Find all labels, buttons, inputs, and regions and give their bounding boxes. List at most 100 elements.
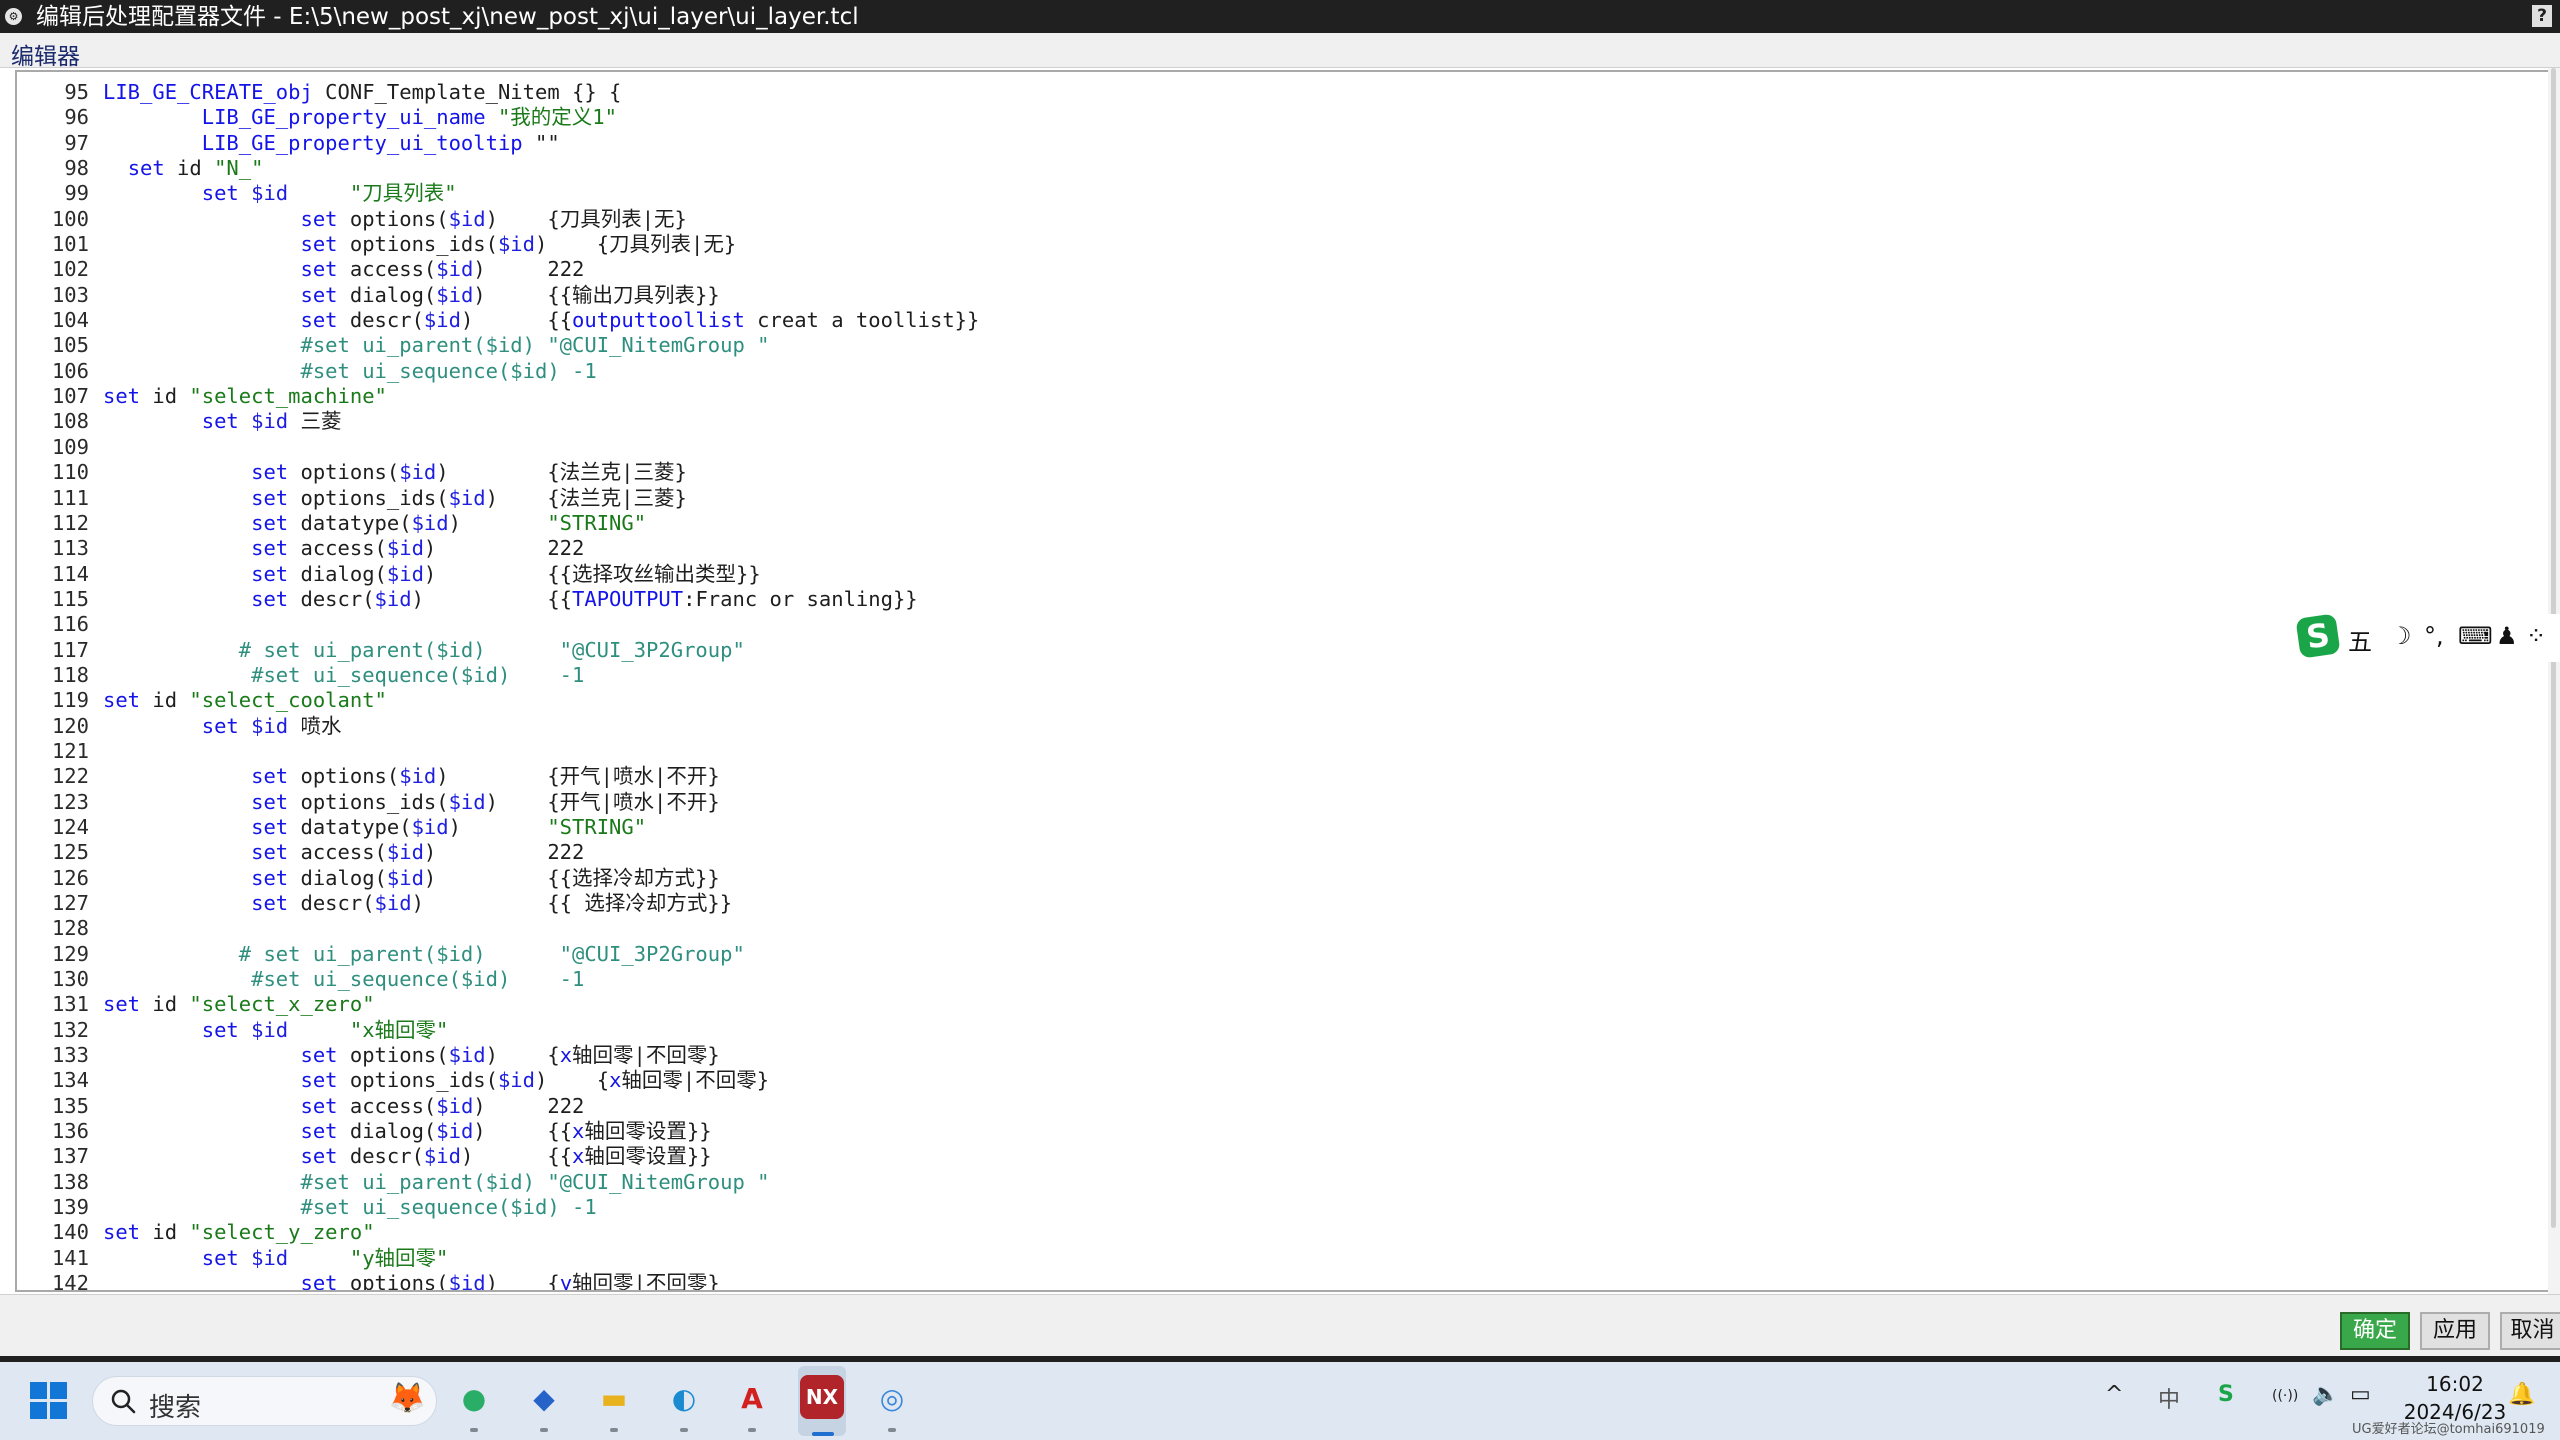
chevron-up-icon[interactable]: ^ — [2105, 1382, 2123, 1407]
taskbar-search-box[interactable]: 搜索 🦊 — [92, 1376, 437, 1426]
start-button[interactable] — [30, 1382, 68, 1420]
line-number: 105 — [51, 333, 89, 358]
code-line[interactable]: 100 set options($id) {刀具列表|无} — [17, 207, 2517, 232]
edge-browser-app-icon[interactable]: ◐ — [660, 1375, 708, 1423]
code-line[interactable]: 118 #set ui_sequence($id) -1 — [17, 663, 2517, 688]
line-number: 95 — [64, 80, 89, 104]
code-line[interactable]: 119 set id "select_coolant" — [17, 688, 2517, 713]
code-line[interactable]: 125 set access($id) 222 — [17, 840, 2517, 865]
code-token: 轴回零|不回零} — [572, 1271, 720, 1292]
code-line[interactable]: 111 set options_ids($id) {法兰克|三菱} — [17, 486, 2517, 511]
code-line[interactable]: 134 set options_ids($id) {x轴回零|不回零} — [17, 1068, 2517, 1093]
code-line[interactable]: 115 set descr($id) {{TAPOUTPUT:Franc or … — [17, 587, 2517, 612]
code-line[interactable]: 102 set access($id) 222 — [17, 257, 2517, 282]
code-line[interactable]: 114 set dialog($id) {{选择攻丝输出类型}} — [17, 562, 2517, 587]
code-line[interactable]: 126 set dialog($id) {{选择冷却方式}} — [17, 866, 2517, 891]
apply-button[interactable]: 应用 — [2420, 1312, 2490, 1350]
user-icon[interactable]: ♟ — [2496, 622, 2518, 650]
ok-button[interactable]: 确定 — [2340, 1312, 2410, 1350]
clock-time[interactable]: 16:02 — [2400, 1372, 2510, 1396]
code-line[interactable]: 101 set options_ids($id) {刀具列表|无} — [17, 232, 2517, 257]
code-line[interactable]: 130 #set ui_sequence($id) -1 — [17, 967, 2517, 992]
code-line[interactable]: 138 #set ui_parent($id) "@CUI_NitemGroup… — [17, 1170, 2517, 1195]
code-line[interactable]: 109 — [17, 435, 2517, 460]
code-line[interactable]: 122 set options($id) {开气|喷水|不开} — [17, 764, 2517, 789]
code-line[interactable]: 105 #set ui_parent($id) "@CUI_NitemGroup… — [17, 333, 2517, 358]
code-editor[interactable]: 95 LIB_GE_CREATE_obj CONF_Template_Nitem … — [15, 70, 2560, 1292]
code-line[interactable]: 136 set dialog($id) {{x轴回零设置}} — [17, 1119, 2517, 1144]
sogou-logo-icon[interactable]: S — [2295, 613, 2341, 659]
code-line[interactable]: 133 set options($id) {x轴回零|不回零} — [17, 1043, 2517, 1068]
acrobat-app-icon[interactable]: A — [728, 1375, 776, 1423]
code-token: dialog( — [288, 865, 387, 890]
file-explorer-app-icon[interactable]: ▬ — [590, 1375, 638, 1423]
battery-icon[interactable]: ▭ — [2350, 1382, 2371, 1407]
code-line[interactable]: 140 set id "select_y_zero" — [17, 1220, 2517, 1245]
code-token: set — [201, 713, 239, 738]
code-lines[interactable]: 95 LIB_GE_CREATE_obj CONF_Template_Nitem … — [17, 80, 2517, 1292]
code-line[interactable]: 110 set options($id) {法兰克|三菱} — [17, 460, 2517, 485]
globe-app-icon[interactable]: ◎ — [868, 1375, 916, 1423]
punctuation-icon[interactable]: °, — [2424, 622, 2444, 650]
code-line[interactable]: 112 set datatype($id) "STRING" — [17, 511, 2517, 536]
ime-mode-toggle[interactable]: 五 — [2348, 622, 2372, 657]
code-token: ) {{ — [411, 586, 573, 611]
code-line[interactable]: 117 # set ui_parent($id) "@CUI_3P2Group" — [17, 638, 2517, 663]
sogou-tray-icon[interactable]: S — [2218, 1382, 2234, 1407]
code-line[interactable]: 108 set $id 三菱 — [17, 409, 2517, 434]
code-line[interactable]: 124 set datatype($id) "STRING" — [17, 815, 2517, 840]
ime-toolbar[interactable]: S 五 ☽ °, ⌨ ♟ ⁘ — [2290, 613, 2560, 662]
code-line[interactable]: 98 set id "N_" — [17, 156, 2517, 181]
code-line[interactable]: 120 set $id 喷水 — [17, 714, 2517, 739]
code-line[interactable]: 96 LIB_GE_property_ui_name "我的定义1" — [17, 105, 2517, 130]
code-line[interactable]: 121 — [17, 739, 2517, 764]
code-line[interactable]: 104 set descr($id) {{outputtoollist crea… — [17, 308, 2517, 333]
code-line[interactable]: 129 # set ui_parent($id) "@CUI_3P2Group" — [17, 942, 2517, 967]
code-line[interactable]: 123 set options_ids($id) {开气|喷水|不开} — [17, 790, 2517, 815]
code-line[interactable]: 135 set access($id) 222 — [17, 1094, 2517, 1119]
code-token: set — [300, 308, 338, 333]
notification-bell-icon[interactable]: 🔔 — [2508, 1382, 2535, 1407]
help-button[interactable]: ? — [2532, 5, 2552, 27]
code-line[interactable]: 127 set descr($id) {{ 选择冷却方式}} — [17, 891, 2517, 916]
code-line[interactable]: 116 — [17, 612, 2517, 637]
code-token: ) — [448, 510, 548, 535]
line-text: set $id "y轴回零" — [103, 1246, 449, 1271]
code-line[interactable]: 95 LIB_GE_CREATE_obj CONF_Template_Nitem … — [17, 80, 2517, 105]
input-lang-indicator[interactable]: 中 — [2158, 1382, 2180, 1414]
code-token: set — [103, 1220, 141, 1245]
code-line[interactable]: 99 set $id "刀具列表" — [17, 181, 2517, 206]
code-line[interactable]: 106 #set ui_sequence($id) -1 — [17, 359, 2517, 384]
cancel-button[interactable]: 取消 — [2500, 1312, 2560, 1350]
keyboard-icon[interactable]: ⌨ — [2458, 622, 2493, 650]
volume-icon[interactable]: 🔈 — [2312, 1382, 2339, 1407]
code-line[interactable]: 113 set access($id) 222 — [17, 536, 2517, 561]
wechat-app-icon[interactable]: ● — [450, 1375, 498, 1423]
code-line[interactable]: 141 set $id "y轴回零" — [17, 1246, 2517, 1271]
grid-menu-icon[interactable]: ⁘ — [2526, 622, 2546, 650]
code-line[interactable]: 137 set descr($id) {{x轴回零设置}} — [17, 1144, 2517, 1169]
vertical-scrollbar[interactable] — [2548, 68, 2560, 1294]
code-token: 三菱 — [288, 409, 342, 434]
code-line[interactable]: 107 set id "select_machine" — [17, 384, 2517, 409]
code-line[interactable]: 142 set options($id) {y轴回零|不回零} — [17, 1271, 2517, 1292]
app-icon[interactable]: ⚙ — [5, 8, 22, 25]
menu-item-editor[interactable]: 编辑器 — [11, 37, 80, 71]
wifi-icon[interactable]: ((·)) — [2272, 1388, 2298, 1404]
code-line[interactable]: 132 set $id "x轴回零" — [17, 1018, 2517, 1043]
line-text: set $id 三菱 — [103, 409, 342, 434]
code-line[interactable]: 139 #set ui_sequence($id) -1 — [17, 1195, 2517, 1220]
code-line[interactable]: 131 set id "select_x_zero" — [17, 992, 2517, 1017]
code-token: set — [300, 206, 338, 231]
code-line[interactable]: 128 — [17, 916, 2517, 941]
code-token: set — [103, 688, 141, 713]
nx-app-icon[interactable]: NX — [800, 1375, 844, 1419]
shell-app-icon[interactable]: ◆ — [520, 1375, 568, 1423]
half-width-moon-icon[interactable]: ☽ — [2390, 622, 2412, 650]
code-line[interactable]: 103 set dialog($id) {{输出刀具列表}} — [17, 283, 2517, 308]
code-line[interactable]: 97 LIB_GE_property_ui_tooltip "" — [17, 131, 2517, 156]
